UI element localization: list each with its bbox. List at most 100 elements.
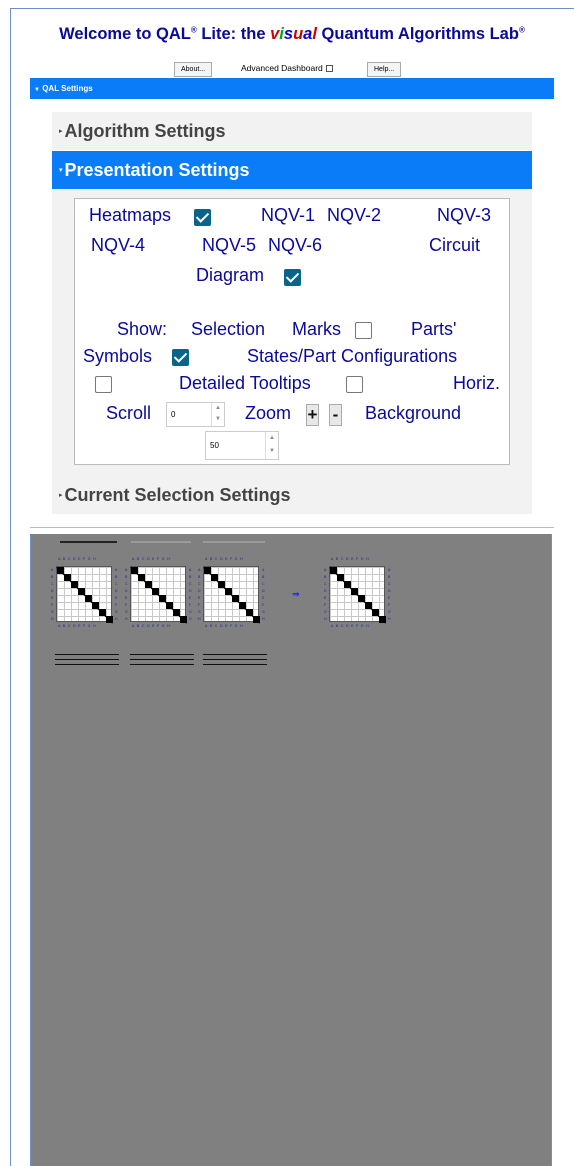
step-tab-3[interactable] [203,541,265,543]
state-matrix-tile[interactable] [56,566,113,624]
matrix-cell [99,609,106,616]
matrix-cell [239,602,246,609]
state-matrix-tile[interactable] [329,566,386,624]
matrix-cell [159,595,166,602]
detailed-tooltips-checkbox[interactable] [346,376,363,393]
background-label: Background [365,403,462,423]
matrix-cell [131,567,138,574]
qal-settings-bar[interactable]: ▼ QAL Settings [30,78,554,99]
matrix-column-labels: ABCDEFGH [132,624,173,628]
matrix-row-labels: ABCDEFGH [51,568,54,621]
background-input[interactable]: 50 ▲ ▼ [205,431,279,460]
parts-symbols-checkbox[interactable] [172,349,189,366]
selection-marks-checkbox[interactable] [355,322,372,339]
matrix-cell [225,588,232,595]
matrix-row-labels: ABCDEFGH [198,568,201,621]
symbols-label: Symbols [83,346,153,366]
matrix-row-labels: ABCDEFGH [115,568,118,621]
matrix-cell [71,581,78,588]
matrix-cell [78,588,85,595]
matrix-cell [64,574,71,581]
presentation-settings-header[interactable]: ▾ Presentation Settings [52,151,532,189]
nqv-5-link[interactable]: NQV-5 [202,235,256,256]
about-button[interactable]: About... [174,62,213,77]
selection-label: Selection [191,319,266,339]
matrix-column-labels: ABCDEFGH [132,557,173,561]
states-configurations-label: States/Part Configurations [247,346,458,366]
matrix-cell [106,616,113,623]
matrix-cell [85,595,92,602]
horiz-scroll-input[interactable]: 0 ▲ ▼ [166,402,225,427]
nqv-6-link[interactable]: NQV-6 [268,235,322,256]
caret-right-icon: ▸ [59,492,63,500]
matrix-cell [204,567,211,574]
matrix-cell [253,616,260,623]
section-divider [30,527,554,528]
qal-settings-label: QAL Settings [42,84,93,93]
matrix-cell [232,595,239,602]
zoom-out-button[interactable]: - [329,404,342,426]
matrix-cell [379,616,386,623]
horiz-label: Horiz. [453,373,501,393]
matrix-cell [138,574,145,581]
matrix-cell [365,602,372,609]
states-configurations-checkbox[interactable] [95,376,112,393]
zoom-in-button[interactable]: + [306,404,319,426]
advanced-dashboard-checkbox[interactable] [325,65,333,73]
nqv-4-link[interactable]: NQV-4 [91,235,145,256]
step-tab-2[interactable] [131,541,191,543]
gate-line [55,659,119,660]
matrix-column-labels: ABCDEFGH [205,557,246,561]
spinner-arrows-icon[interactable]: ▲ ▼ [265,432,278,459]
gate-line [203,654,267,655]
matrix-row-labels: ABCDEFGH [189,568,192,621]
advanced-dashboard-toggle[interactable]: Advanced Dashboard [241,63,333,73]
state-matrix-tile[interactable] [203,566,260,624]
matrix-row-labels: ABCDEFGH [262,568,265,621]
matrix-cell [351,588,358,595]
matrix-column-labels: ABCDEFGH [331,624,372,628]
gate-line [55,664,119,665]
matrix-cell [173,609,180,616]
help-button[interactable]: Help... [367,62,402,77]
step-tab-1[interactable] [60,541,117,543]
gate-line [55,654,119,655]
matrix-cell [152,588,159,595]
circuit-diagram-checkbox[interactable] [284,269,301,286]
matrix-cell [145,581,152,588]
show-label: Show: [117,319,168,339]
state-matrix-tile[interactable] [130,566,187,624]
nqv-2-link[interactable]: NQV-2 [327,205,381,226]
parts-label: Parts' [411,319,457,339]
matrix-cell [166,602,173,609]
marks-label: Marks [292,319,341,339]
matrix-row-labels: ABCDEFGH [388,568,391,621]
caret-down-icon: ▾ [59,167,63,175]
gate-line [203,664,267,665]
diagram-label: Diagram [196,265,265,285]
detailed-tooltips-label: Detailed Tooltips [179,373,311,393]
spinner-arrows-icon[interactable]: ▲ ▼ [211,403,224,426]
result-arrow-icon: ⇒ [292,589,300,599]
zoom-label: Zoom [245,403,292,423]
nqv-3-link[interactable]: NQV-3 [437,205,491,226]
caret-right-icon: ▸ [59,128,63,136]
matrix-row-labels: ABCDEFGH [324,568,327,621]
matrix-cell [330,567,337,574]
current-selection-settings-header[interactable]: ▸ Current Selection Settings [52,476,532,514]
matrix-column-labels: ABCDEFGH [58,624,99,628]
circuit-label: Circuit [429,235,481,255]
nqv-1-link[interactable]: NQV-1 [261,205,315,226]
presentation-options-box: Heatmaps NQV-1 NQV-2 NQV-3 NQV-4 NQV-5 N… [74,198,510,465]
gate-line [130,659,194,660]
gate-line [203,659,267,660]
heatmaps-checkbox[interactable] [194,209,211,226]
circuit-workspace[interactable]: ABCDEFGH ABCDEFGH A B C D E F G H A B C D E F G H ABCDEFGH… [30,534,552,1166]
matrix-cell [246,609,253,616]
algorithm-settings-header[interactable]: ▸ Algorithm Settings [52,112,532,150]
matrix-cell [344,581,351,588]
matrix-cell [180,616,187,623]
scroll-label: Scroll [106,403,152,423]
matrix-cell [57,567,64,574]
matrix-column-labels: ABCDEFGH [205,624,246,628]
